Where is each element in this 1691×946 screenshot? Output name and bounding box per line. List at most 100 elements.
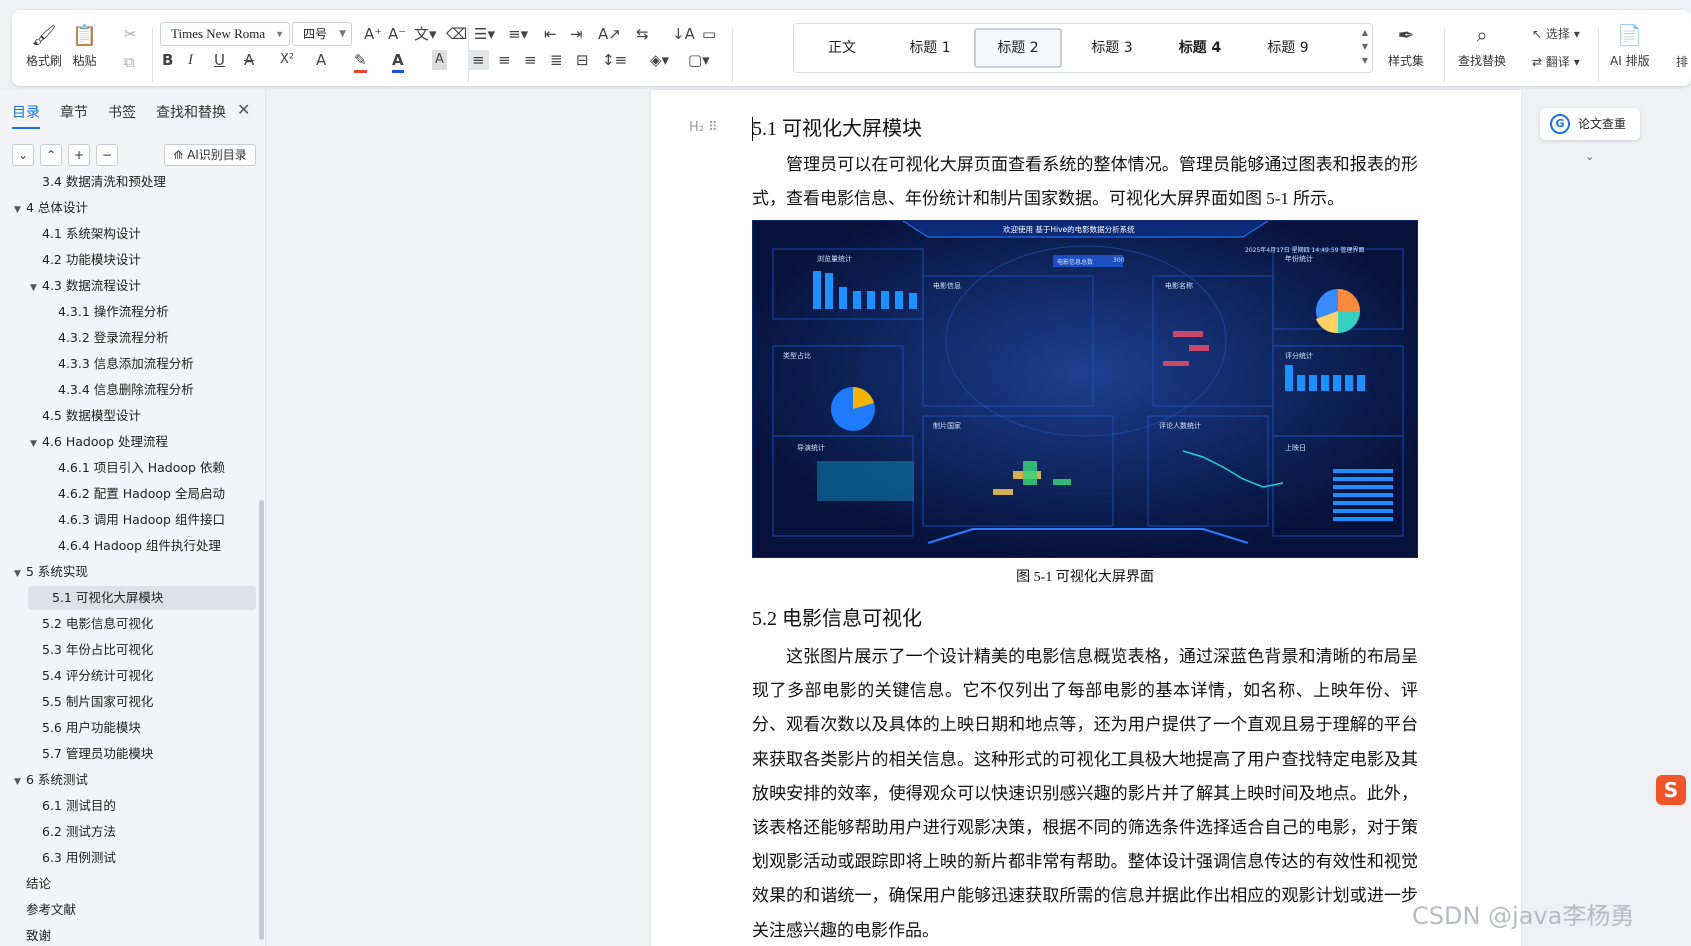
heading-5-1[interactable]: 5.1 可视化大屏模块 xyxy=(752,116,922,142)
style-heading-1[interactable]: 标题 1 xyxy=(886,28,974,68)
show-marks-icon[interactable]: ▭ xyxy=(702,24,716,44)
bold-button[interactable]: B xyxy=(162,50,173,70)
expand-toggle-icon[interactable]: ▼ xyxy=(14,770,26,794)
italic-button[interactable]: I xyxy=(188,50,193,70)
tab-toc[interactable]: 目录 xyxy=(12,102,40,129)
find-replace-button[interactable]: ⌕ 查找替换 xyxy=(1458,22,1506,69)
distributed-align-icon[interactable]: ⊟ xyxy=(576,50,589,70)
numbered-list-icon[interactable]: ≡▾ xyxy=(508,24,528,44)
paste-button[interactable]: 📋 粘贴 xyxy=(72,22,97,69)
toc-item[interactable]: 4.6.4 Hadoop 组件执行处理 xyxy=(58,534,221,558)
toc-item[interactable]: ▼ 4.3 数据流程设计 xyxy=(30,274,141,298)
font-color-icon[interactable]: A xyxy=(392,50,404,73)
toc-item[interactable]: 5.6 用户功能模块 xyxy=(42,716,141,740)
expand-gallery-icon[interactable]: ▼ xyxy=(1362,56,1368,65)
shrink-font-icon[interactable]: A⁻ xyxy=(388,24,406,44)
toc-item[interactable]: 6.1 测试目的 xyxy=(42,794,116,818)
underline-button[interactable]: U xyxy=(214,50,225,70)
close-icon[interactable]: ✕ xyxy=(237,100,250,119)
tab-chapters[interactable]: 章节 xyxy=(60,102,88,129)
style-heading-9[interactable]: 标题 9 xyxy=(1244,28,1332,68)
align-right-icon[interactable]: ≡ xyxy=(524,50,537,70)
increase-indent-icon[interactable]: ⇥ xyxy=(570,24,583,44)
copy-icon[interactable]: ⧉ xyxy=(124,52,135,72)
select-button[interactable]: ↖ 选择 ▾ xyxy=(1532,24,1580,44)
toc-item[interactable]: ▼ 6 系统测试 xyxy=(14,768,88,792)
toc-item[interactable]: 4.3.3 信息添加流程分析 xyxy=(58,352,194,376)
toc-item[interactable]: ▼ 4.6 Hadoop 处理流程 xyxy=(30,430,168,454)
toc-item[interactable]: ▼ 4 总体设计 xyxy=(14,196,88,220)
toc-item[interactable]: 结论 xyxy=(26,872,51,896)
toc-item[interactable]: 5.1 可视化大屏模块 xyxy=(28,586,256,610)
superscript-icon[interactable]: X² xyxy=(280,50,294,70)
dashboard-figure[interactable]: 欢迎使用 基于Hive的电影数据分析系统 2025年4月17日 星期四 14:4… xyxy=(752,220,1418,558)
style-heading-4[interactable]: 标题 4 xyxy=(1156,28,1244,68)
style-heading-2[interactable]: 标题 2 xyxy=(974,28,1062,68)
ai-toc-button[interactable]: ⟰ AI识别目录 xyxy=(164,144,256,166)
text-direction-icon[interactable]: A↗ xyxy=(598,24,621,44)
toc-item[interactable]: 4.6.3 调用 Hadoop 组件接口 xyxy=(58,508,225,532)
translate-button[interactable]: ⇄ 翻译 ▾ xyxy=(1532,52,1580,72)
tab-bookmarks[interactable]: 书签 xyxy=(108,102,136,129)
toc-item[interactable]: 4.6.1 项目引入 Hadoop 依赖 xyxy=(58,456,225,480)
bullet-list-icon[interactable]: ☰▾ xyxy=(474,24,495,44)
char-shading-icon[interactable]: A xyxy=(432,50,447,70)
nav-scrollbar[interactable] xyxy=(259,500,264,940)
expand-toggle-icon[interactable]: ▼ xyxy=(30,276,42,300)
paragraph-5-1[interactable]: 管理员可以在可视化大屏页面查看系统的整体情况。管理员能够通过图表和报表的形式，查… xyxy=(752,148,1418,216)
toc-item[interactable]: ▼ 5 系统实现 xyxy=(14,560,88,584)
align-left-icon[interactable]: ≡ xyxy=(468,50,489,70)
toc-item[interactable]: 6.3 用例测试 xyxy=(42,846,116,870)
font-name-select[interactable]: Times New Roma ▼ xyxy=(160,22,290,46)
grow-font-icon[interactable]: A⁺ xyxy=(364,24,382,44)
tab-find-replace[interactable]: 查找和替换 xyxy=(156,102,226,129)
toc-item[interactable]: 4.6.2 配置 Hadoop 全局启动 xyxy=(58,482,225,506)
overflow-button[interactable]: 排 xyxy=(1676,52,1688,72)
collapse-all-button[interactable]: ⌄ xyxy=(12,144,34,166)
toc-item[interactable]: 4.3.2 登录流程分析 xyxy=(58,326,169,350)
decrease-indent-icon[interactable]: ⇤ xyxy=(544,24,557,44)
toc-item[interactable]: 4.1 系统架构设计 xyxy=(42,222,141,246)
remove-heading-button[interactable]: − xyxy=(96,144,118,166)
fill-color-icon[interactable]: ◈▾ xyxy=(650,50,669,70)
highlight-icon[interactable]: ✎ xyxy=(354,50,367,73)
input-method-icon[interactable]: S xyxy=(1656,775,1686,805)
style-heading-3[interactable]: 标题 3 xyxy=(1068,28,1156,68)
heading-handle-icon[interactable]: H₂ ⠿ xyxy=(689,120,718,135)
style-normal[interactable]: 正文 xyxy=(798,28,886,68)
chevron-down-icon[interactable]: ⌄ xyxy=(1585,150,1594,163)
chevron-up-icon[interactable]: ▲ xyxy=(1362,28,1368,37)
font-size-select[interactable]: 四号 ▼ xyxy=(292,22,352,46)
toc-item[interactable]: 4.2 功能模块设计 xyxy=(42,248,141,272)
toc-item[interactable]: 5.2 电影信息可视化 xyxy=(42,612,153,636)
justify-icon[interactable]: ≣ xyxy=(550,50,563,70)
expand-toggle-icon[interactable]: ▼ xyxy=(14,198,26,222)
toc-item[interactable]: 5.3 年份占比可视化 xyxy=(42,638,153,662)
ai-layout-button[interactable]: 📄 AI 排版 xyxy=(1610,22,1650,69)
toc-item[interactable]: 5.4 评分统计可视化 xyxy=(42,664,153,688)
strikethrough-icon[interactable]: A xyxy=(244,50,254,70)
heading-5-2[interactable]: 5.2 电影信息可视化 xyxy=(752,606,922,632)
phonetic-guide-icon[interactable]: 文▾ xyxy=(414,24,437,44)
format-painter-button[interactable]: 🖌 格式刷 xyxy=(26,22,62,69)
toc-item[interactable]: 4.3.1 操作流程分析 xyxy=(58,300,169,324)
align-center-icon[interactable]: ≡ xyxy=(498,50,511,70)
style-set-button[interactable]: ✒ 样式集 xyxy=(1388,22,1424,69)
toc-item[interactable]: 4.5 数据模型设计 xyxy=(42,404,141,428)
toc-item[interactable]: 4.3.4 信息删除流程分析 xyxy=(58,378,194,402)
toc-item[interactable]: 致谢 xyxy=(26,924,51,946)
expand-toggle-icon[interactable]: ▼ xyxy=(30,432,42,456)
add-heading-button[interactable]: + xyxy=(68,144,90,166)
sort-icon[interactable]: ⇆ xyxy=(636,24,649,44)
cut-icon[interactable]: ✂ xyxy=(124,24,137,44)
clear-format-icon[interactable]: ⌫ xyxy=(446,24,467,44)
line-spacing-icon[interactable]: ↕≡ xyxy=(602,50,627,70)
toc-item[interactable]: 3.4 数据清洗和预处理 xyxy=(42,170,166,194)
plagiarism-check-button[interactable]: G 论文查重 xyxy=(1540,108,1640,140)
chevron-down-icon[interactable]: ▼ xyxy=(1362,42,1368,51)
border-icon[interactable]: ▢▾ xyxy=(688,50,710,70)
text-effect-icon[interactable]: A xyxy=(316,50,326,70)
expand-toggle-icon[interactable]: ▼ xyxy=(14,562,26,586)
sort-az-icon[interactable]: ↓A xyxy=(672,24,695,44)
toc-item[interactable]: 5.7 管理员功能模块 xyxy=(42,742,153,766)
